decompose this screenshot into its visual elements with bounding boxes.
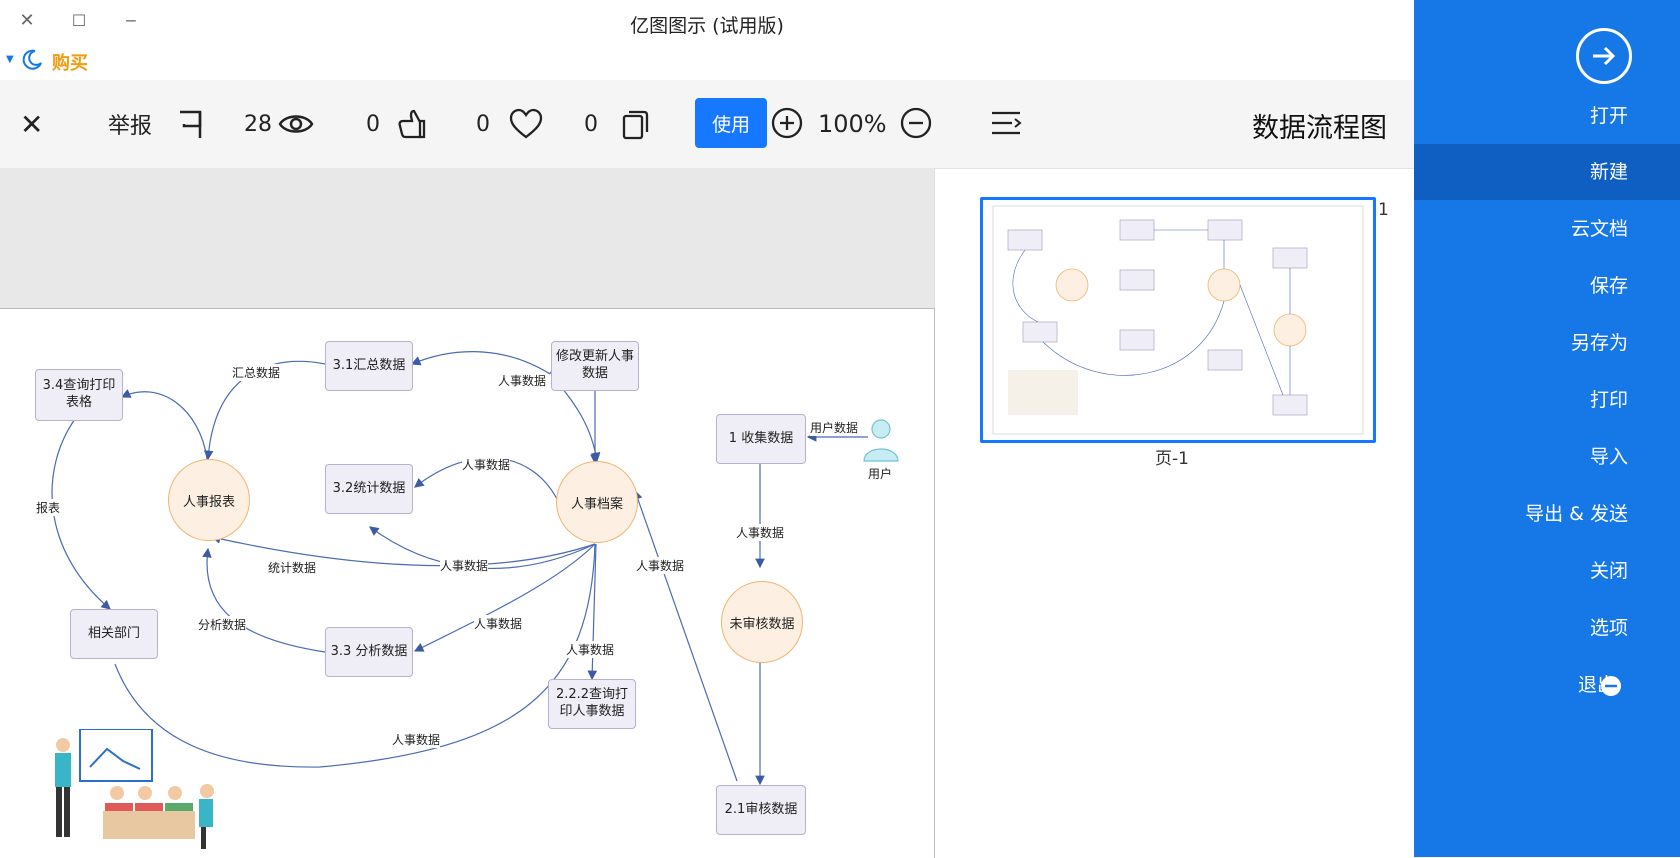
copy-button[interactable]: 0 [584, 104, 652, 144]
copies-count: 0 [584, 111, 598, 137]
like-button[interactable]: 0 [366, 104, 430, 144]
edge-label-hr7: 人事数据 [392, 731, 441, 748]
thumbnail-preview [992, 205, 1364, 435]
report-button[interactable]: 举报 [108, 104, 208, 144]
moon-icon[interactable] [20, 48, 44, 72]
edge-label-hr5: 人事数据 [566, 641, 615, 658]
minus-circle-icon [1601, 676, 1621, 696]
sidebar-item-cloud[interactable]: 云文档 [1414, 201, 1680, 257]
node-2-1[interactable]: 2.1审核数据 [716, 785, 806, 835]
open-arrow-icon[interactable] [1576, 28, 1632, 84]
page-thumbnail[interactable] [980, 197, 1376, 443]
node-3-4[interactable]: 3.4查询打印表格 [35, 369, 123, 421]
caret-down-icon[interactable]: ▼ [6, 54, 14, 65]
edge-label-summary: 汇总数据 [232, 364, 281, 381]
buy-link[interactable]: 购买 [52, 49, 88, 75]
edge-label-analysis: 分析数据 [198, 616, 247, 633]
zoom-out-icon[interactable] [898, 105, 934, 141]
edge-label-user: 用户数据 [810, 419, 859, 436]
sidebar-item-new[interactable]: 新建 [1414, 144, 1680, 200]
zoom-in-icon[interactable] [769, 105, 805, 141]
use-template-button[interactable]: 使用 [695, 98, 767, 148]
window-close-button[interactable]: ✕ [12, 6, 42, 36]
arrow-right-icon [1593, 46, 1616, 66]
window-title: 亿图图示 (试用版) [630, 15, 784, 37]
window-minimize-button[interactable]: ‒ [116, 6, 146, 36]
sidebar-item-close[interactable]: 关闭 [1414, 543, 1680, 599]
node-dept[interactable]: 相关部门 [70, 609, 158, 659]
page-number: 1 [1378, 200, 1389, 220]
views-count: 28 [244, 111, 272, 137]
sidebar-item-print[interactable]: 打印 [1414, 372, 1680, 428]
edge-label-hr2: 人事数据 [462, 456, 511, 473]
report-label: 举报 [108, 114, 153, 139]
document-title: 数据流程图 [1252, 113, 1387, 144]
edge-update-to-31 [410, 351, 551, 375]
flag-icon [180, 110, 202, 138]
favorite-button[interactable]: 0 [476, 104, 544, 144]
menu-collapse-icon[interactable] [988, 105, 1024, 141]
views-counter: 28 [244, 104, 314, 144]
node-3-1[interactable]: 3.1汇总数据 [325, 341, 413, 391]
likes-count: 0 [366, 111, 380, 137]
thumbs-up-icon [398, 109, 426, 139]
meeting-illustration [55, 729, 214, 849]
window-maximize-button[interactable]: ☐ [64, 6, 94, 36]
zoom-level: 100% [818, 110, 887, 138]
node-2-2-2[interactable]: 2.2.2查询打印人事数据 [548, 679, 636, 729]
user-icon[interactable] [860, 417, 902, 463]
node-1[interactable]: 1 收集数据 [716, 414, 806, 464]
diagram-canvas[interactable]: 3.4查询打印表格 3.1汇总数据 修改更新人事数据 3.2统计数据 3.3 分… [0, 308, 935, 858]
circle-archive[interactable]: 人事档案 [556, 461, 638, 543]
sidebar-item-open[interactable]: 打开 [1414, 88, 1680, 144]
node-3-2[interactable]: 3.2统计数据 [325, 464, 413, 514]
sidebar-item-save-as[interactable]: 另存为 [1414, 315, 1680, 371]
node-3-3[interactable]: 3.3 分析数据 [325, 627, 413, 677]
circle-report[interactable]: 人事报表 [168, 459, 250, 541]
sidebar-item-export[interactable]: 导出 & 发送 [1414, 486, 1680, 542]
edge-label-report: 报表 [36, 499, 61, 516]
edge-label-hr3: 人事数据 [440, 557, 489, 574]
edge-label-hr4: 人事数据 [474, 615, 523, 632]
close-template-button[interactable]: ✕ [20, 104, 43, 144]
copy-icon [622, 110, 649, 140]
favorites-count: 0 [476, 111, 490, 137]
edge-label-hr1: 人事数据 [498, 372, 547, 389]
edge-label-hr6: 人事数据 [636, 557, 685, 574]
page-caption[interactable]: 页-1 [1155, 444, 1189, 469]
heart-icon [509, 108, 543, 139]
canvas-background [0, 168, 934, 308]
sidebar-item-options[interactable]: 选项 [1414, 600, 1680, 656]
sidebar-item-import[interactable]: 导入 [1414, 429, 1680, 485]
edge-report-to-34 [120, 389, 208, 460]
sidebar-item-save[interactable]: 保存 [1414, 258, 1680, 314]
eye-icon [278, 115, 314, 133]
edge-21-to-archive [633, 489, 738, 782]
user-label: 用户 [868, 465, 893, 482]
node-update[interactable]: 修改更新人事数据 [551, 341, 639, 391]
edge-34-to-dept [51, 418, 111, 610]
sidebar-item-exit[interactable]: 退出 [1414, 657, 1680, 713]
edge-label-hr8: 人事数据 [736, 524, 785, 541]
edge-label-stat: 统计数据 [268, 559, 317, 576]
circle-unreviewed[interactable]: 未审核数据 [721, 581, 803, 663]
